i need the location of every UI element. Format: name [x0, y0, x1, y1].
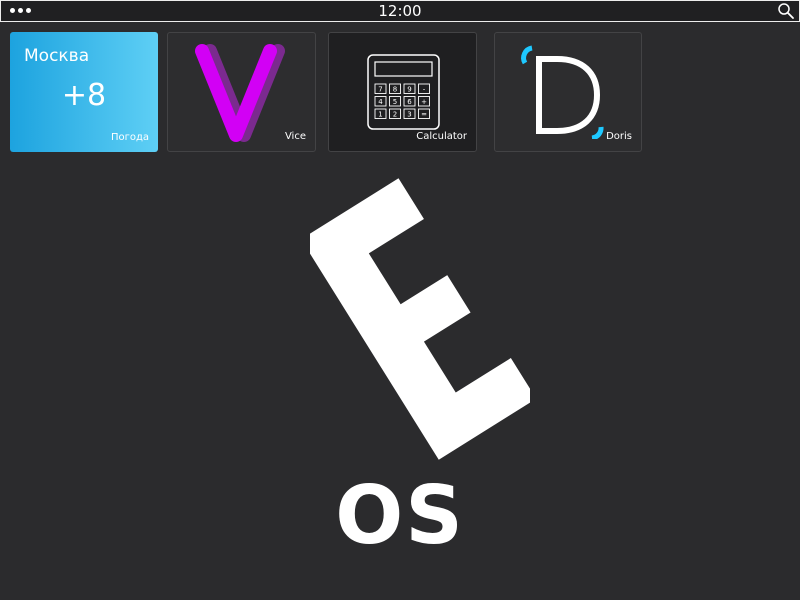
calculator-key-label: 8	[393, 86, 397, 94]
calculator-key-label: 6	[407, 98, 412, 106]
calculator-icon: 7 8 9 - 4 5 6 +1 2 3 =	[367, 54, 440, 130]
eos-e-logo	[310, 178, 530, 460]
tile-label: Погода	[110, 132, 149, 143]
search-icon[interactable]	[777, 2, 795, 20]
weather-temperature: +8	[61, 78, 107, 113]
calculator-key-label: 9	[407, 86, 411, 94]
tile-label: Doris	[606, 131, 632, 142]
doris-d-logo	[521, 45, 604, 139]
calculator-key-label: +	[421, 98, 427, 106]
calculator-key-label: 3	[407, 111, 411, 119]
status-bar: 12:00	[0, 0, 800, 22]
calculator-key-label: =	[421, 111, 427, 119]
vice-v-logo	[195, 44, 285, 142]
calculator-key-label: -	[423, 86, 426, 94]
calculator-tile[interactable]: 7 8 9 - 4 5 6 +1 2 3 = Calculator	[328, 32, 477, 152]
tile-label: Vice	[284, 131, 306, 142]
os-wordmark: OS	[335, 469, 465, 562]
calculator-key-label: 7	[378, 86, 382, 94]
calculator-key-label: 1	[378, 111, 382, 119]
doris-tile[interactable]: Doris	[494, 32, 642, 152]
calculator-key-label: 2	[393, 111, 397, 119]
weather-tile[interactable]: Москва +8 Погода	[10, 32, 158, 152]
weather-city: Москва	[24, 46, 90, 66]
calculator-key-label: 4	[378, 98, 383, 106]
clock: 12:00	[378, 2, 422, 20]
tile-label: Calculator	[416, 131, 467, 142]
calculator-key-label: 5	[393, 98, 397, 106]
vice-tile[interactable]: Vice	[167, 32, 316, 152]
